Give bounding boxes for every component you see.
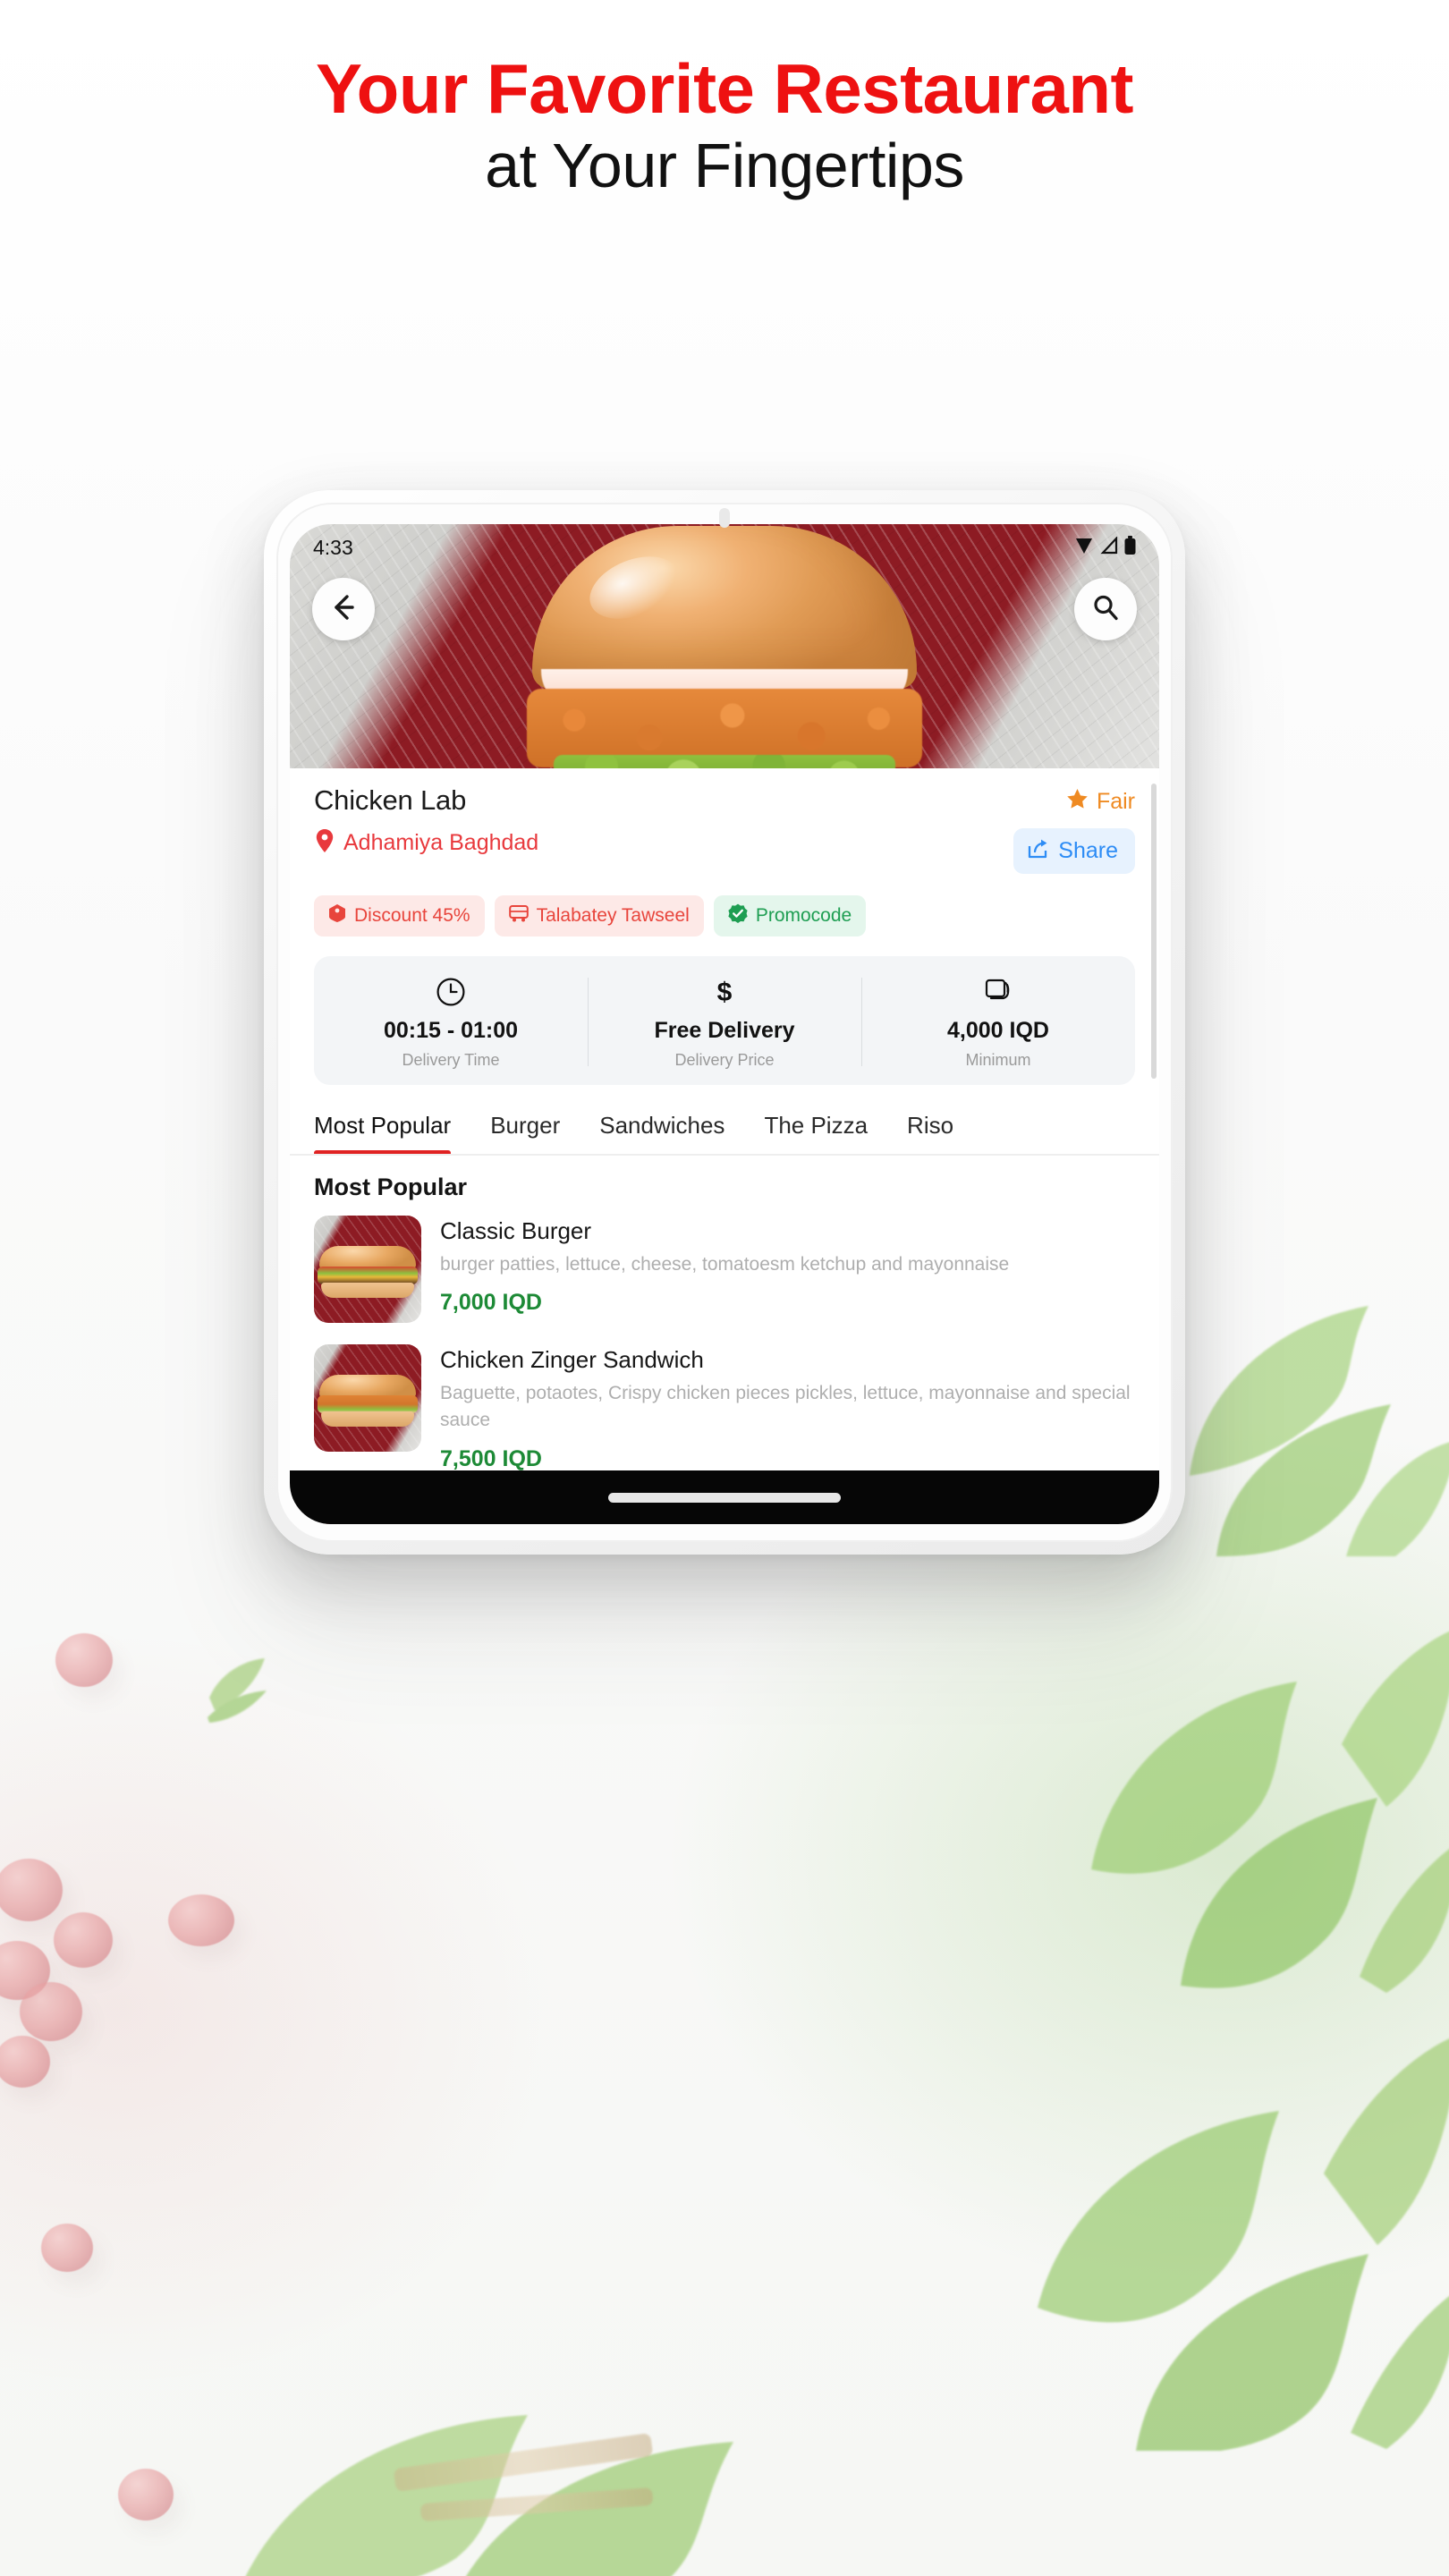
menu-item-thumbnail bbox=[314, 1344, 421, 1452]
menu-item-price: 7,500 IQD bbox=[440, 1445, 542, 1471]
search-icon bbox=[1091, 593, 1120, 626]
tab-riso[interactable]: Riso bbox=[907, 1108, 953, 1154]
chip-label: Discount 45% bbox=[354, 905, 470, 926]
chip-promocode[interactable]: Promocode bbox=[713, 895, 867, 936]
scrollbar[interactable] bbox=[1151, 784, 1157, 1079]
restaurant-location-row: Adhamiya Baghdad Share bbox=[314, 828, 1135, 874]
bun-bottom bbox=[321, 1283, 414, 1298]
tomato-berry bbox=[55, 1633, 113, 1687]
status-time: 4:33 bbox=[313, 535, 353, 559]
herb-leaf bbox=[206, 1655, 268, 1724]
tab-burger[interactable]: Burger bbox=[490, 1108, 560, 1154]
battery-icon bbox=[1124, 535, 1136, 560]
restaurant-info: Chicken Lab Fair Adhamiya Baghdad Share bbox=[290, 768, 1159, 874]
search-button[interactable] bbox=[1074, 578, 1137, 640]
location-label: Adhamiya Baghdad bbox=[343, 830, 539, 855]
menu-item-name: Chicken Zinger Sandwich bbox=[440, 1346, 704, 1373]
herb-leaf bbox=[1073, 1574, 1449, 1995]
stat-label: Delivery Price bbox=[674, 1051, 775, 1069]
signal-icon bbox=[1100, 535, 1118, 559]
share-label: Share bbox=[1058, 838, 1118, 863]
headline-line-2: at Your Fingertips bbox=[485, 130, 964, 200]
classic-burger-thumb bbox=[318, 1246, 418, 1298]
restaurant-location[interactable]: Adhamiya Baghdad bbox=[314, 828, 538, 858]
clock-icon bbox=[314, 974, 588, 1010]
tab-the-pizza[interactable]: The Pizza bbox=[764, 1108, 868, 1154]
herb-leaf bbox=[1163, 1288, 1449, 1583]
chicken-zinger-thumb bbox=[318, 1375, 418, 1427]
burger-fill bbox=[318, 1395, 418, 1413]
stat-delivery-price: $ Free Delivery Delivery Price bbox=[588, 974, 861, 1070]
stack-icon bbox=[861, 974, 1135, 1010]
menu-item-body: Chicken Zinger Sandwich Baguette, potaot… bbox=[440, 1344, 1135, 1472]
tomato-berry bbox=[118, 2469, 174, 2521]
chip-label: Promocode bbox=[755, 905, 852, 926]
tab-sandwiches[interactable]: Sandwiches bbox=[599, 1108, 724, 1154]
tomato-berry bbox=[168, 1894, 234, 1946]
status-icons bbox=[1074, 535, 1136, 560]
share-button[interactable]: Share bbox=[1013, 828, 1135, 874]
star-icon bbox=[1065, 787, 1089, 816]
stat-value: 4,000 IQD bbox=[947, 1018, 1049, 1043]
burger-fill bbox=[318, 1267, 418, 1284]
headline-line-1: Your Favorite Restaurant bbox=[315, 49, 1134, 128]
tomato-berry bbox=[54, 1912, 113, 1968]
tomato-berry bbox=[20, 1982, 82, 2041]
wifi-icon bbox=[1074, 536, 1094, 560]
phone-screen: 4:33 Chicken Lab Fair Adhamiya Baghdad S… bbox=[290, 524, 1159, 1524]
stat-label: Delivery Time bbox=[402, 1051, 500, 1069]
stat-delivery-time: 00:15 - 01:00 Delivery Time bbox=[314, 974, 588, 1070]
dollar-icon: $ bbox=[588, 974, 861, 1010]
lettuce-layer bbox=[554, 755, 895, 768]
promo-headline: Your Favorite Restaurant at Your Fingert… bbox=[0, 0, 1449, 206]
delivery-stats-panel: 00:15 - 01:00 Delivery Time $ Free Deliv… bbox=[314, 956, 1135, 1085]
restaurant-title-row: Chicken Lab Fair bbox=[314, 784, 1135, 817]
bun-bottom bbox=[321, 1411, 414, 1427]
svg-text:$: $ bbox=[717, 978, 733, 1007]
tab-most-popular[interactable]: Most Popular bbox=[314, 1108, 452, 1154]
menu-item-description: burger patties, lettuce, cheese, tomatoe… bbox=[440, 1254, 1010, 1275]
phone-earpiece bbox=[719, 508, 730, 528]
home-indicator[interactable] bbox=[608, 1492, 841, 1503]
menu-item[interactable]: Chicken Zinger Sandwich Baguette, potaot… bbox=[290, 1334, 1159, 1483]
android-navigation-bar bbox=[290, 1470, 1159, 1524]
truck-icon bbox=[508, 904, 529, 928]
stat-minimum: 4,000 IQD Minimum bbox=[861, 974, 1135, 1070]
section-title: Most Popular bbox=[314, 1174, 468, 1200]
menu-item-price: 7,000 IQD bbox=[440, 1290, 542, 1316]
menu-item-description: Baguette, potaotes, Crispy chicken piece… bbox=[440, 1383, 1131, 1431]
rating-label: Fair bbox=[1096, 788, 1135, 814]
tomato-berry bbox=[41, 2224, 93, 2272]
map-pin-icon bbox=[314, 828, 335, 858]
phone-mockup: 4:33 Chicken Lab Fair Adhamiya Baghdad S… bbox=[264, 490, 1185, 1555]
menu-item-name: Classic Burger bbox=[440, 1217, 592, 1244]
stat-value: Free Delivery bbox=[654, 1018, 795, 1043]
back-button[interactable] bbox=[312, 578, 375, 640]
menu-item[interactable]: Classic Burger burger patties, lettuce, … bbox=[290, 1205, 1159, 1334]
menu-item-thumbnail bbox=[314, 1216, 421, 1323]
arrow-left-icon bbox=[328, 592, 359, 627]
restaurant-name: Chicken Lab bbox=[314, 784, 467, 816]
chip-discount[interactable]: Discount 45% bbox=[314, 895, 485, 936]
status-bar: 4:33 bbox=[290, 524, 1159, 571]
promo-chips: Discount 45% Talabatey Tawseel Promocode bbox=[290, 895, 1159, 936]
herb-leaf bbox=[233, 2236, 733, 2576]
rating-badge[interactable]: Fair bbox=[1065, 787, 1135, 816]
stat-value: 00:15 - 01:00 bbox=[383, 1018, 519, 1043]
menu-item-body: Classic Burger burger patties, lettuce, … bbox=[440, 1216, 1135, 1323]
share-icon bbox=[1026, 837, 1049, 865]
verified-check-icon bbox=[728, 903, 748, 928]
chip-label: Talabatey Tawseel bbox=[536, 905, 690, 926]
category-tabs[interactable]: Most Popular Burger Sandwiches The Pizza… bbox=[290, 1108, 1159, 1156]
herb-leaf bbox=[1011, 1950, 1449, 2451]
chip-tawseel[interactable]: Talabatey Tawseel bbox=[494, 895, 704, 936]
tag-icon bbox=[328, 903, 346, 928]
restaurant-hero-image: 4:33 bbox=[290, 524, 1159, 768]
stat-label: Minimum bbox=[965, 1051, 1031, 1069]
